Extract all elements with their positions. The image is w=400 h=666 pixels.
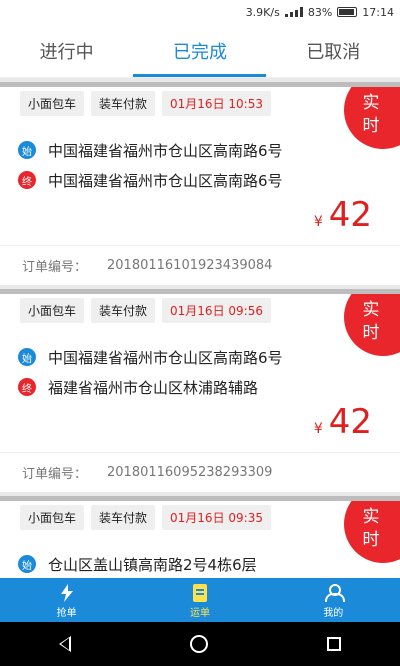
price-value: 42: [328, 402, 372, 442]
user-icon: [325, 582, 346, 604]
clock: 17:14: [362, 5, 394, 19]
order-price: ¥ 42: [0, 195, 400, 245]
order-number-label: 订单编号：: [22, 260, 88, 275]
order-tags: 小面包车 装车付款 01月16日 10:53: [0, 87, 400, 119]
order-time: 01月16日 09:56: [162, 297, 271, 323]
start-address-text: 仓山区盖山镇高南路2号4栋6层: [48, 555, 257, 574]
end-address-text: 福建省福州市仓山区林浦路辅路: [48, 378, 259, 397]
order-number-row: 订单编号： 20180116101923439084: [0, 245, 400, 285]
order-time: 01月16日 10:53: [162, 90, 271, 116]
nav-grab-orders[interactable]: 抢单: [0, 578, 133, 622]
payment-tag: 装车付款: [91, 504, 156, 530]
order-number: 20180116101923439084: [107, 258, 273, 273]
order-number: 20180116095238293309: [107, 465, 273, 480]
home-icon[interactable]: [189, 635, 208, 653]
order-tabs: 进行中 已完成 已取消: [0, 24, 400, 78]
nav-waybill-label: 运单: [189, 607, 210, 619]
start-address: 始 中国福建省福州市仓山区高南路6号: [0, 135, 400, 165]
vehicle-tag: 小面包车: [20, 90, 85, 116]
tab-completed[interactable]: 已完成: [133, 24, 266, 77]
nav-profile[interactable]: 我的: [267, 578, 400, 622]
end-address-text: 中国福建省福州市仓山区高南路6号: [48, 171, 283, 190]
nav-profile-label: 我的: [323, 607, 344, 619]
end-marker-icon: 终: [18, 378, 36, 396]
end-marker-icon: 终: [18, 171, 36, 189]
payment-tag: 装车付款: [91, 297, 156, 323]
price-value: 42: [328, 195, 372, 235]
order-card[interactable]: 小面包车 装车付款 01月16日 09:56 实 时 始 中国福建省福州市仓山区…: [0, 289, 400, 492]
order-tags: 小面包车 装车付款 01月16日 09:35: [0, 501, 400, 533]
order-number-label: 订单编号：: [22, 467, 88, 482]
system-navigation-bar: [0, 622, 400, 666]
battery-percent: 83%: [307, 5, 333, 19]
nav-waybill[interactable]: 运单: [133, 578, 266, 622]
start-address-text: 中国福建省福州市仓山区高南路6号: [48, 348, 283, 367]
battery-icon: [337, 7, 358, 17]
start-address-text: 中国福建省福州市仓山区高南路6号: [48, 141, 283, 160]
lightning-icon: [60, 582, 73, 604]
document-icon: [192, 582, 207, 604]
start-marker-icon: 始: [18, 348, 36, 366]
nav-grab-orders-label: 抢单: [56, 607, 77, 619]
tab-in-progress[interactable]: 进行中: [0, 24, 133, 77]
start-address: 始 仓山区盖山镇高南路2号4栋6层: [0, 549, 400, 578]
order-list[interactable]: 小面包车 装车付款 01月16日 10:53 实 时 始 中国福建省福州市仓山区…: [0, 78, 400, 578]
end-address: 终 中国福建省福州市仓山区高南路6号: [0, 165, 400, 195]
payment-tag: 装车付款: [91, 90, 156, 116]
vehicle-tag: 小面包车: [20, 297, 85, 323]
status-bar: 3.9K/s 83% 17:14: [0, 0, 400, 24]
order-tags: 小面包车 装车付款 01月16日 09:56: [0, 294, 400, 326]
back-icon[interactable]: [59, 636, 72, 652]
start-address: 始 中国福建省福州市仓山区高南路6号: [0, 342, 400, 372]
network-speed: 3.9K/s: [245, 5, 280, 19]
order-card[interactable]: 小面包车 装车付款 01月16日 09:35 实 时 始 仓山区盖山镇高南路2号…: [0, 496, 400, 578]
currency-symbol: ¥: [313, 421, 323, 437]
vehicle-tag: 小面包车: [20, 504, 85, 530]
active-tab-indicator: [133, 74, 266, 77]
start-marker-icon: 始: [18, 141, 36, 159]
currency-symbol: ¥: [313, 214, 323, 230]
signal-icon: [284, 7, 303, 17]
recent-apps-icon[interactable]: [326, 637, 341, 651]
order-number-row: 订单编号： 20180116095238293309: [0, 452, 400, 492]
start-marker-icon: 始: [18, 555, 36, 573]
end-address: 终 福建省福州市仓山区林浦路辅路: [0, 372, 400, 402]
tab-cancelled[interactable]: 已取消: [267, 24, 400, 77]
order-card[interactable]: 小面包车 装车付款 01月16日 10:53 实 时 始 中国福建省福州市仓山区…: [0, 82, 400, 285]
bottom-navigation: 抢单 运单 我的: [0, 578, 400, 622]
order-time: 01月16日 09:35: [162, 504, 271, 530]
order-price: ¥ 42: [0, 402, 400, 452]
